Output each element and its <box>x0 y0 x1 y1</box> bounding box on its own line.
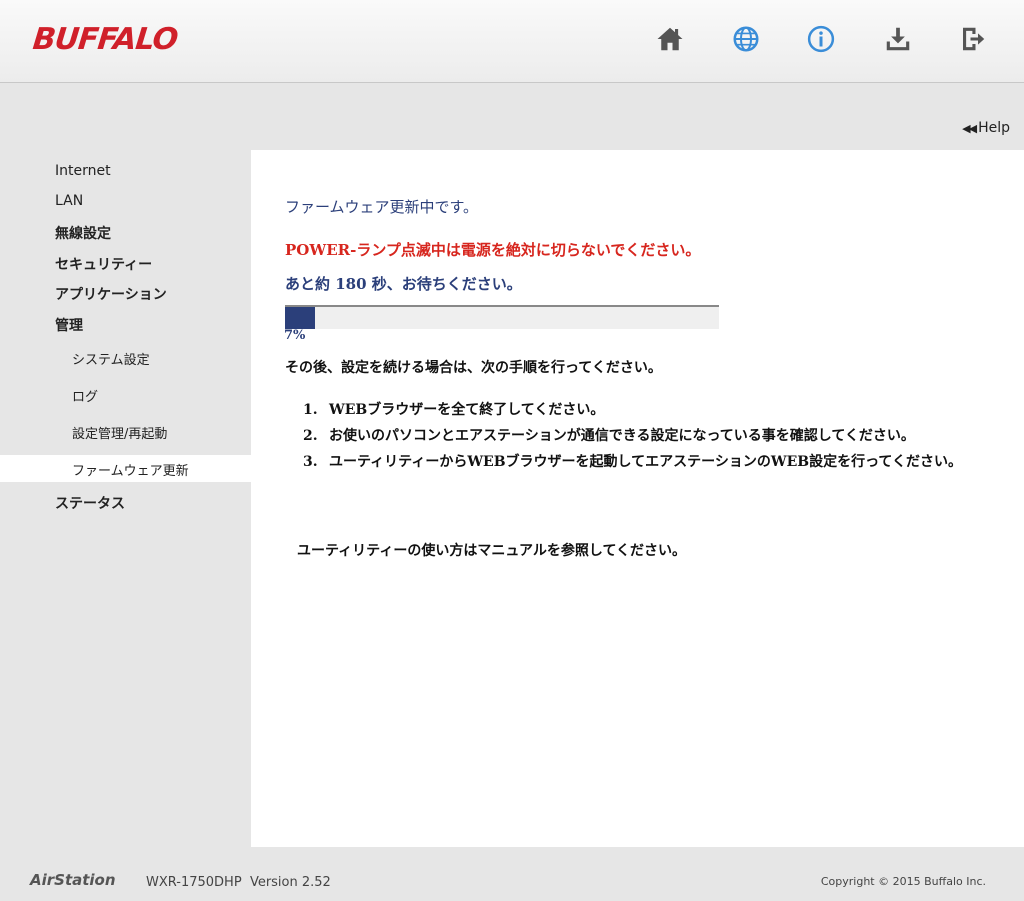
info-icon[interactable] <box>806 24 836 54</box>
nav-admin[interactable]: 管理 <box>55 315 83 335</box>
home-icon[interactable] <box>655 24 685 54</box>
nav-status[interactable]: ステータス <box>55 493 125 513</box>
step-item: 3. ユーティリティーからWEBブラウザーを起動してエアステーションのWEB設定を… <box>303 454 962 470</box>
nav-application[interactable]: アプリケーション <box>55 284 167 304</box>
download-icon[interactable] <box>883 24 913 54</box>
progress-fill <box>285 307 316 329</box>
nav-firmware-update[interactable]: ファームウェア更新 <box>72 460 189 479</box>
top-bar: BUFFALO <box>0 0 1024 83</box>
status-title: ファームウェア更新中です。 <box>285 198 479 216</box>
help-link[interactable]: ◀◀ Help <box>962 120 1010 136</box>
next-steps-intro: その後、設定を続ける場合は、次の手順を行ってください。 <box>285 360 662 376</box>
globe-icon[interactable] <box>731 24 761 54</box>
double-chevron-left-icon: ◀◀ <box>962 122 977 135</box>
manual-note: ユーティリティーの使い方はマニュアルを参照してください。 <box>297 543 687 559</box>
step-item: 2. お使いのパソコンとエアステーションが通信できる設定になっている事を確認してく… <box>303 428 915 444</box>
nav-security[interactable]: セキュリティー <box>55 254 152 274</box>
firmware-version: Version 2.52 <box>249 875 331 890</box>
airstation-logo: AirStation <box>30 871 116 889</box>
step-item: 1. WEBブラウザーを全て終了してください。 <box>303 402 605 418</box>
wait-countdown: あと約 180 秒、お待ちください。 <box>285 275 522 293</box>
nav-config-restart[interactable]: 設定管理/再起動 <box>72 423 167 442</box>
nav-system-settings[interactable]: システム設定 <box>72 349 150 368</box>
buffalo-logo[interactable]: BUFFALO <box>31 22 179 57</box>
steps-list: 1. WEBブラウザーを全て終了してください。 2. お使いのパソコンとエアステーシ… <box>303 398 993 476</box>
nav-wireless[interactable]: 無線設定 <box>55 223 111 243</box>
progress-bar <box>285 305 719 329</box>
main-panel: ファームウェア更新中です。 POWER-ランプ点滅中は電源を絶対に切らないでくだ… <box>251 150 1024 847</box>
power-warning: POWER-ランプ点滅中は電源を絶対に切らないでください。 <box>285 241 701 259</box>
copyright: Copyright © 2015 Buffalo Inc. <box>820 875 986 888</box>
model-name: WXR-1750DHP <box>146 875 242 890</box>
logout-icon[interactable] <box>958 24 988 54</box>
nav-lan[interactable]: LAN <box>55 193 83 209</box>
help-label: Help <box>978 120 1010 136</box>
progress-percent: 7% <box>284 328 306 343</box>
nav-internet[interactable]: Internet <box>55 163 111 179</box>
nav-log[interactable]: ログ <box>72 386 98 405</box>
model-version: WXR-1750DHP Version 2.52 <box>146 875 331 890</box>
